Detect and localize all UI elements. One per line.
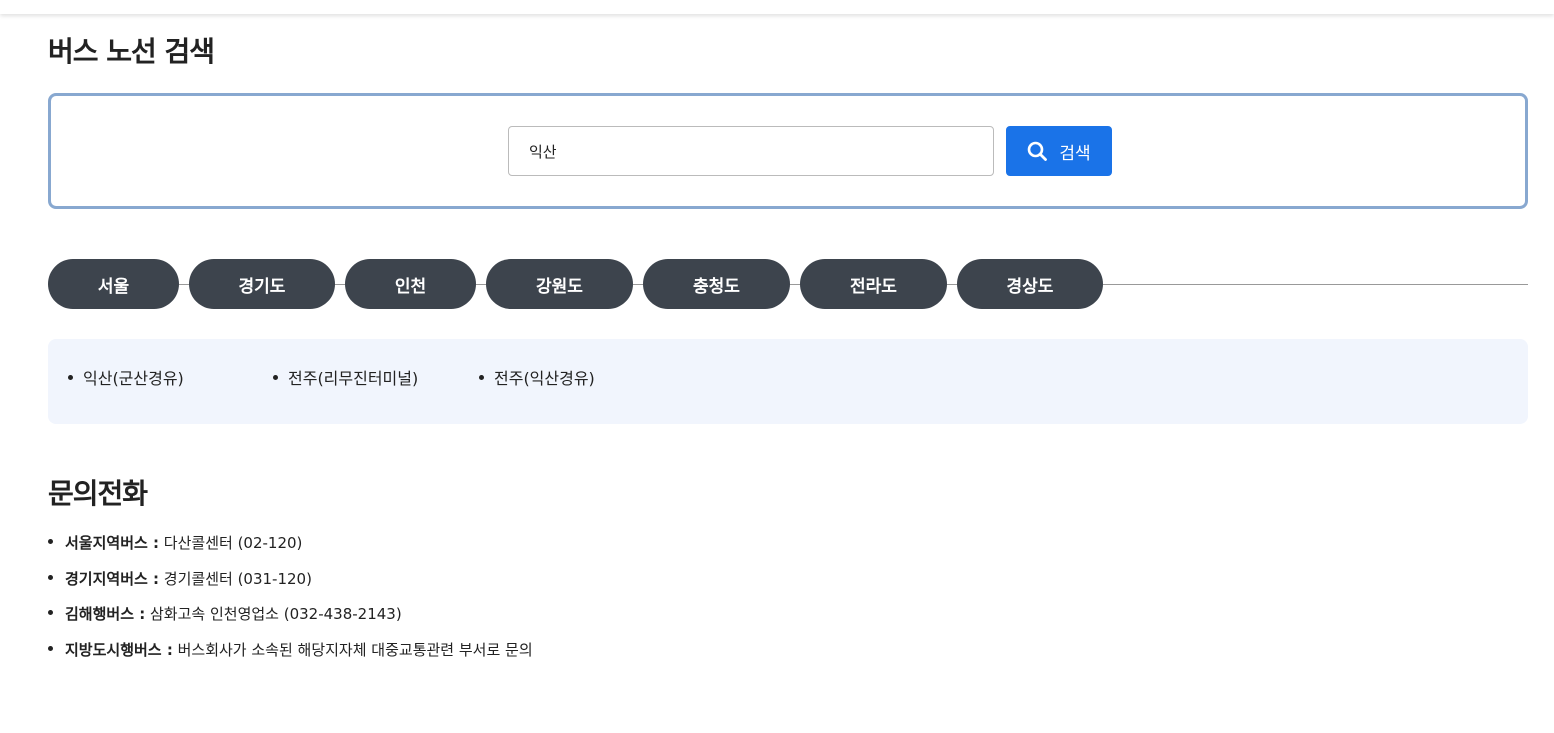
route-item[interactable]: 전주(익산경유): [479, 365, 595, 389]
tab-jeolla[interactable]: 전라도: [800, 259, 947, 309]
bullet-icon: [48, 646, 53, 651]
search-input[interactable]: [508, 126, 994, 176]
bullet-icon: [48, 575, 53, 580]
contact-title: 문의전화: [48, 477, 148, 510]
search-icon: [1027, 141, 1048, 161]
search-box: 검색: [48, 93, 1528, 209]
contact-item: 경기지역버스 : 경기콜센터 (031-120): [48, 568, 312, 589]
route-item[interactable]: 익산(군산경유): [68, 365, 184, 389]
contact-label: 김해행버스 :: [65, 605, 146, 623]
bullet-icon: [479, 375, 484, 380]
route-item-label: 전주(익산경유): [494, 369, 595, 388]
tab-chungcheong[interactable]: 충청도: [643, 259, 790, 309]
tab-gangwon[interactable]: 강원도: [486, 259, 633, 309]
tab-gyeonggi[interactable]: 경기도: [189, 259, 335, 309]
contact-item: 서울지역버스 : 다산콜센터 (02-120): [48, 532, 302, 553]
route-item-label: 익산(군산경유): [83, 369, 184, 388]
route-item[interactable]: 전주(리무진터미널): [273, 365, 418, 389]
bullet-icon: [48, 610, 53, 615]
search-button-label: 검색: [1059, 143, 1091, 164]
route-result-panel: 익산(군산경유) 전주(리무진터미널) 전주(익산경유): [48, 339, 1528, 424]
contact-value: 경기콜센터 (031-120): [159, 570, 312, 588]
tab-incheon[interactable]: 인천: [345, 259, 476, 309]
contact-value: 삼화고속 인천영업소 (032-438-2143): [145, 605, 402, 623]
bullet-icon: [273, 375, 278, 380]
contact-value: 다산콜센터 (02-120): [159, 534, 303, 552]
top-header-bar: [0, 0, 1554, 14]
bullet-icon: [68, 375, 73, 380]
contact-label: 서울지역버스 :: [65, 534, 160, 552]
contact-item: 김해행버스 : 삼화고속 인천영업소 (032-438-2143): [48, 603, 402, 624]
contact-value: 버스회사가 소속된 해당지자체 대중교통관련 부서로 문의: [172, 641, 533, 659]
contact-item: 지방도시행버스 : 버스회사가 소속된 해당지자체 대중교통관련 부서로 문의: [48, 639, 533, 660]
page-title: 버스 노선 검색: [48, 35, 215, 68]
tab-seoul[interactable]: 서울: [48, 259, 179, 309]
route-item-label: 전주(리무진터미널): [288, 369, 419, 388]
tab-gyeongsang[interactable]: 경상도: [957, 259, 1103, 309]
bullet-icon: [48, 539, 53, 544]
search-button[interactable]: 검색: [1006, 126, 1112, 176]
contact-label: 지방도시행버스 :: [65, 641, 173, 659]
contact-label: 경기지역버스 :: [65, 570, 160, 588]
